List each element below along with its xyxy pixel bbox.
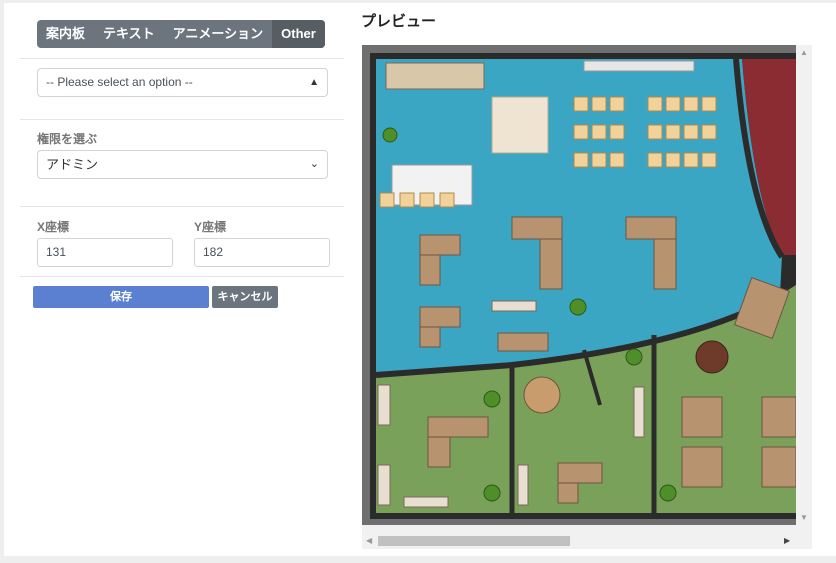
floor-map-image bbox=[362, 45, 796, 525]
cancel-button[interactable]: キャンセル bbox=[212, 286, 278, 308]
tab-text[interactable]: テキスト bbox=[94, 20, 164, 48]
tab-other[interactable]: Other bbox=[272, 20, 325, 48]
tab-bar: 案内板 テキスト アニメーション Other bbox=[37, 20, 325, 48]
x-coord-input[interactable]: 131 bbox=[37, 238, 173, 267]
divider bbox=[20, 276, 344, 277]
y-coord-input[interactable]: 182 bbox=[194, 238, 330, 267]
x-coord-label: X座標 bbox=[37, 220, 70, 234]
save-button[interactable]: 保存 bbox=[33, 286, 209, 308]
floor-map[interactable] bbox=[362, 45, 796, 525]
permission-label: 権限を選ぶ bbox=[37, 132, 98, 146]
y-coord-label: Y座標 bbox=[194, 220, 227, 234]
preview-viewer: ▲ ▼ ◀ ▶ bbox=[362, 45, 812, 549]
scroll-right-icon[interactable]: ▶ bbox=[784, 536, 790, 545]
tab-signboard[interactable]: 案内板 bbox=[37, 20, 94, 48]
divider bbox=[20, 206, 344, 207]
horizontal-scrollbar[interactable]: ◀ ▶ bbox=[362, 533, 796, 549]
sort-arrows-icon: ▲ bbox=[309, 77, 319, 88]
tab-animation[interactable]: アニメーション bbox=[164, 20, 272, 48]
permission-select[interactable]: アドミン ⌄ bbox=[37, 150, 328, 179]
scroll-up-icon[interactable]: ▲ bbox=[800, 48, 808, 57]
option-select-value: -- Please select an option -- bbox=[46, 75, 193, 89]
preview-title: プレビュー bbox=[361, 13, 437, 30]
chevron-down-icon: ⌄ bbox=[309, 158, 319, 170]
divider bbox=[20, 58, 344, 59]
vertical-scrollbar[interactable]: ▲ ▼ bbox=[796, 45, 812, 525]
settings-panel: 案内板 テキスト アニメーション Other -- Please select … bbox=[20, 3, 344, 556]
permission-select-value: アドミン bbox=[46, 157, 99, 172]
divider bbox=[20, 119, 344, 120]
option-select[interactable]: -- Please select an option -- ▲ bbox=[37, 68, 328, 97]
scroll-left-icon[interactable]: ◀ bbox=[366, 536, 372, 545]
horizontal-scroll-thumb[interactable] bbox=[378, 536, 570, 546]
scroll-down-icon[interactable]: ▼ bbox=[800, 513, 808, 522]
